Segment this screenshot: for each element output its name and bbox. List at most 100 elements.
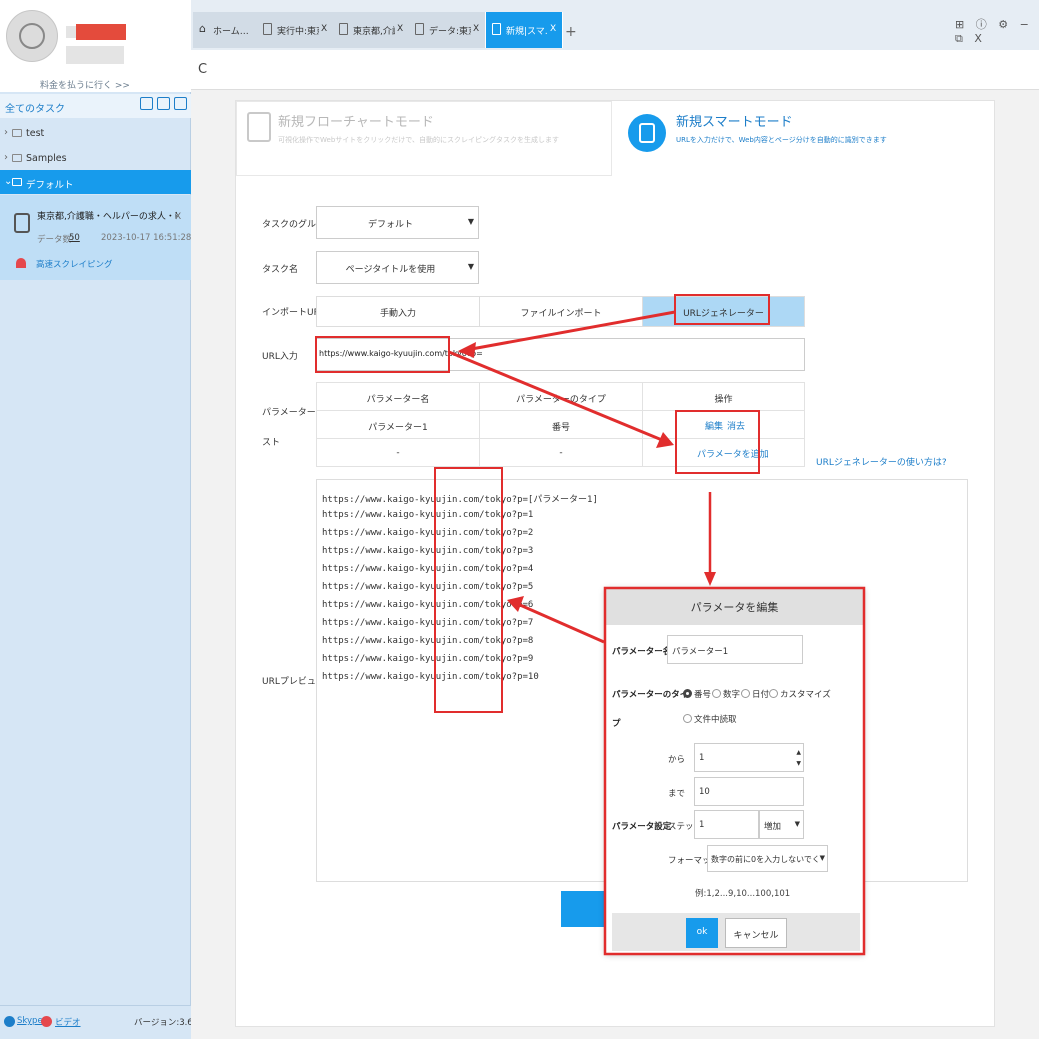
url-generator-help-link[interactable]: URLジェネレーターの使い方は?	[816, 455, 947, 468]
ok-button[interactable]: ok	[686, 918, 718, 948]
preview-line: https://www.kaigo-kyuujin.com/tokyo?p=7	[322, 618, 534, 628]
step-input[interactable]: 1	[694, 810, 759, 839]
to-label: まで	[668, 789, 686, 799]
smart-mode-desc: URLを入力だけで、Web内容とページ分けを自動的に識別できます	[676, 136, 887, 144]
param-settings-label: パラメータ設定	[612, 822, 672, 832]
tree-item-test[interactable]: › test	[0, 121, 191, 145]
tab-label: ホーム…	[213, 27, 249, 37]
speed-scrape-link[interactable]: 高速スクレイピング	[36, 258, 113, 270]
close-icon[interactable]: X	[175, 212, 181, 222]
input-value: 1	[699, 820, 705, 830]
new-tab-button[interactable]: +	[565, 24, 577, 40]
header-text: パラメーター名	[366, 395, 430, 405]
account-info-blur	[66, 46, 124, 64]
tab-label: 手動入力	[379, 309, 416, 319]
radio-label: 番号	[694, 690, 712, 700]
folder-icon	[12, 154, 22, 162]
preview-line: https://www.kaigo-kyuujin.com/tokyo?p=5	[322, 582, 534, 592]
param-header-name: パラメーター名	[316, 382, 480, 411]
url-input-label: URL入力	[262, 352, 298, 362]
search-task-icon[interactable]	[174, 97, 187, 110]
home-icon: ⌂	[199, 22, 206, 35]
pay-link[interactable]: 料金を払うに行く >>	[40, 78, 130, 91]
caret-down-icon: ▼	[467, 262, 474, 271]
preview-line: https://www.kaigo-kyuujin.com/tokyo?p=10	[322, 672, 539, 682]
save-button[interactable]	[561, 891, 607, 927]
from-label: から	[668, 755, 686, 765]
tab-running[interactable]: 実行中:東京… X	[257, 12, 334, 48]
radio-digit[interactable]	[712, 689, 721, 698]
folder-icon	[12, 178, 22, 186]
edit-link[interactable]: 編集	[705, 419, 723, 432]
param-name-input[interactable]: パラメーター1	[667, 635, 803, 664]
tree-item-default[interactable]: ⌄ デフォルト	[0, 170, 191, 194]
close-icon[interactable]: X	[397, 24, 403, 34]
input-value: パラメーター1	[672, 647, 729, 657]
group-value: デフォルト	[367, 220, 413, 230]
radio-custom[interactable]	[769, 689, 778, 698]
radio-number[interactable]	[683, 689, 692, 698]
tree-item-label: Samples	[26, 153, 67, 164]
from-input[interactable]: 1 ▲ ▼	[694, 743, 804, 772]
chevron-right-icon: ›	[4, 152, 8, 163]
group-select[interactable]: デフォルト ▼	[316, 206, 479, 239]
tab-label: 新規|スマ…	[506, 27, 548, 37]
task-timestamp: 2023-10-17 16:51:28	[101, 233, 192, 243]
header-text: 操作	[714, 395, 733, 405]
tree-item-label: デフォルト	[26, 180, 74, 191]
username-blur	[66, 26, 76, 38]
input-value: 10	[699, 787, 710, 797]
caret-down-icon: ▼	[794, 820, 800, 828]
window-controls[interactable]: ⊞ ⓘ ⚙ − ⧉ X	[955, 16, 1039, 46]
param-empty-type: -	[479, 438, 643, 467]
task-title[interactable]: 東京都,介護職・ヘルパーの求人・転職情報|…	[37, 209, 177, 222]
video-link[interactable]: ビデオ	[55, 1016, 81, 1028]
tab-new-smart[interactable]: 新規|スマ… X	[486, 12, 563, 48]
page-icon	[339, 23, 348, 35]
tab-label: 東京都,介護…	[353, 27, 395, 37]
url-input-value: https://www.kaigo-kyuujin.com/tokyo?p=	[319, 349, 483, 358]
tab-file-import[interactable]: ファイルインポート	[479, 296, 643, 327]
stepper-icon[interactable]: ▲ ▼	[796, 747, 801, 769]
delete-link[interactable]: 消去	[727, 419, 745, 432]
step-mode-select[interactable]: 増加 ▼	[759, 810, 804, 839]
to-input[interactable]: 10	[694, 777, 804, 806]
import-task-icon[interactable]	[140, 97, 153, 110]
add-param-link[interactable]: パラメータを追加	[697, 447, 769, 460]
param-header-type: パラメーターのタイプ	[479, 382, 643, 411]
radio-label: 日付	[752, 690, 770, 700]
task-count[interactable]: 50	[69, 233, 80, 243]
reload-icon[interactable]: C	[198, 62, 207, 77]
select-value: 増加	[764, 822, 782, 832]
avatar[interactable]	[6, 10, 58, 62]
radio-date[interactable]	[741, 689, 750, 698]
cancel-button[interactable]: キャンセル	[725, 918, 787, 948]
format-select[interactable]: 数字の前に0を入力しないでください▼	[707, 845, 828, 872]
task-name-value: ページタイトルを使用	[345, 265, 436, 275]
task-name-select[interactable]: ページタイトルを使用 ▼	[316, 251, 479, 284]
param-list-label-cont: スト	[262, 438, 281, 448]
video-icon[interactable]	[41, 1016, 52, 1027]
toolbar	[191, 50, 1039, 90]
tab-manual-input[interactable]: 手動入力	[316, 296, 480, 327]
close-icon[interactable]: X	[473, 24, 479, 34]
tab-url-generator[interactable]: URLジェネレーター	[642, 296, 805, 327]
param-type-label-cont: プ	[612, 719, 621, 729]
cell-text: -	[559, 448, 563, 458]
chevron-right-icon: ›	[4, 127, 8, 138]
close-icon[interactable]: X	[550, 24, 556, 34]
skype-link[interactable]: Skype	[17, 1016, 43, 1026]
close-icon[interactable]: X	[321, 24, 327, 34]
tree-item-label: test	[26, 128, 45, 139]
new-task-icon[interactable]	[157, 97, 170, 110]
all-tasks-label[interactable]: 全てのタスク	[5, 100, 65, 115]
param-empty-name: -	[316, 438, 480, 467]
tab-data[interactable]: データ:東京… X	[409, 12, 486, 48]
preview-line: https://www.kaigo-kyuujin.com/tokyo?p=[パ…	[322, 495, 598, 505]
radio-file[interactable]	[683, 714, 692, 723]
tree-item-samples[interactable]: › Samples	[0, 146, 191, 170]
input-value: 1	[699, 753, 705, 763]
tab-task[interactable]: 東京都,介護… X	[333, 12, 410, 48]
cell-text: パラメーター1	[368, 423, 428, 433]
skype-icon[interactable]	[4, 1016, 15, 1027]
